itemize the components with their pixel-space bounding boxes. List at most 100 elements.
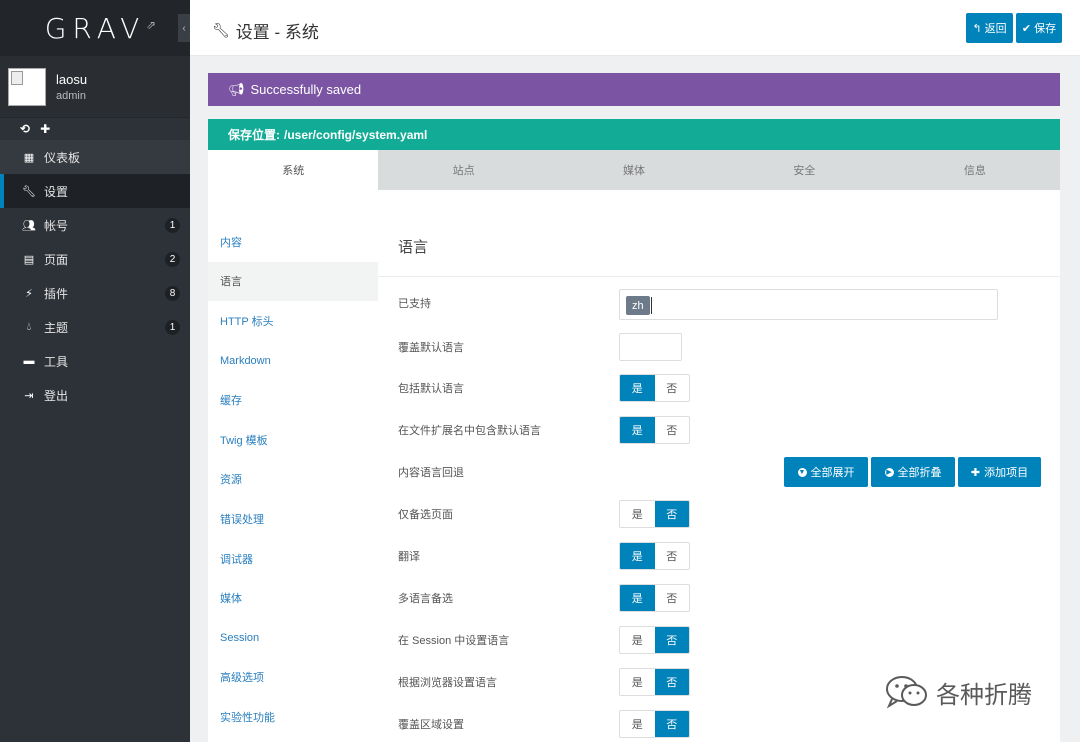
toggle-no[interactable]: 否 (655, 375, 690, 401)
toggle-no[interactable]: 否 (654, 711, 689, 737)
sidebar-item-label: 设置 (44, 184, 69, 199)
toggle-yes[interactable]: 是 (620, 711, 655, 737)
save-button-label: 保存 (1034, 23, 1057, 35)
translations-toggle[interactable]: 是 否 (619, 542, 690, 570)
user-box[interactable]: laosu admin (0, 56, 190, 118)
ext-default-toggle[interactable]: 是 否 (619, 416, 690, 444)
sidebar-item-label: 帐号 (44, 218, 69, 233)
section-nav-http-headers[interactable]: HTTP 标头 (208, 301, 378, 341)
toggle-yes[interactable]: 是 (620, 669, 655, 695)
session-store-toggle[interactable]: 是 否 (619, 626, 690, 654)
section-nav-media[interactable]: 媒体 (208, 578, 378, 618)
chevron-circle-down-icon: ▼ (797, 467, 807, 477)
translations-only-toggle[interactable]: 是 否 (619, 500, 690, 528)
sidebar-item-logout[interactable]: ⇥ 登出 (0, 378, 190, 412)
section-nav-cache[interactable]: 缓存 (208, 380, 378, 420)
watermark: 各种折腾 (884, 674, 1032, 710)
tab-system[interactable]: 系统 (208, 150, 379, 190)
sign-out-icon: ⇥ (24, 389, 34, 402)
sidebar-item-label: 页面 (44, 252, 69, 267)
user-name: laosu (56, 71, 88, 87)
wrench-icon: 🔧︎ (22, 185, 36, 198)
bullhorn-icon: 📢︎ (228, 81, 245, 97)
override-locale-toggle[interactable]: 是 否 (619, 710, 690, 738)
sidebar-item-themes[interactable]: 💧︎ 主题 1 (0, 310, 190, 344)
include-default-label: 包括默认语言 (398, 383, 464, 395)
count-badge: 2 (165, 252, 180, 267)
tint-icon: 💧︎ (26, 320, 32, 333)
grav-logo[interactable]: GRAV (45, 12, 146, 45)
section-nav-session[interactable]: Session (208, 618, 378, 658)
toggle-no[interactable]: 否 (655, 543, 690, 569)
toggle-yes[interactable]: 是 (620, 585, 655, 611)
plus-icon[interactable]: ✚ (40, 122, 50, 136)
back-button-label: 返回 (984, 23, 1007, 35)
section-nav-debugger[interactable]: 调试器 (208, 539, 378, 579)
save-location-bar: 保存位置: /user/config/system.yaml (208, 119, 1060, 150)
section-nav-errors[interactable]: 错误处理 (208, 499, 378, 539)
collapse-all-button[interactable]: ▶ 全部折叠 (871, 457, 955, 487)
language-tag[interactable]: zh (626, 296, 650, 315)
toggle-yes[interactable]: 是 (620, 417, 655, 443)
save-location-path: /user/config/system.yaml (284, 127, 428, 142)
page-title: 🔧︎ 设置 - 系统 (212, 18, 319, 43)
text-caret (651, 297, 652, 314)
toggle-no[interactable]: 否 (654, 669, 689, 695)
tab-info[interactable]: 信息 (890, 150, 1060, 190)
sidebar-item-label: 登出 (44, 388, 69, 403)
chevron-circle-right-icon: ▶ (884, 467, 894, 477)
sidebar-item-dashboard[interactable]: ▦ 仪表板 (0, 140, 190, 174)
save-button[interactable]: ✔ 保存 (1016, 13, 1062, 43)
include-default-toggle[interactable]: 是 否 (619, 374, 690, 402)
count-badge: 1 (165, 218, 180, 233)
tab-site[interactable]: 站点 (378, 150, 548, 190)
section-nav-twig[interactable]: Twig 模板 (208, 420, 378, 460)
section-nav-advanced[interactable]: 高级选项 (208, 658, 378, 698)
back-button[interactable]: ↰ 返回 (966, 13, 1013, 43)
external-link-icon[interactable]: ⇗ (146, 18, 156, 32)
toggle-no[interactable]: 否 (654, 627, 689, 653)
sidebar-item-label: 主题 (44, 320, 69, 335)
tab-media[interactable]: 媒体 (549, 150, 719, 190)
settings-content: 内容 语言 HTTP 标头 Markdown 缓存 Twig 模板 资源 错误处… (208, 190, 1060, 742)
section-nav-languages[interactable]: 语言 (208, 261, 378, 302)
expand-all-label: 全部展开 (810, 467, 855, 479)
override-locale-label: 覆盖区域设置 (398, 719, 464, 731)
check-icon: ✔ (1021, 22, 1032, 35)
toggle-no[interactable]: 否 (655, 585, 690, 611)
toggle-no[interactable]: 否 (655, 417, 690, 443)
count-badge: 1 (165, 320, 180, 335)
http-accept-label: 根据浏览器设置语言 (398, 677, 497, 689)
add-item-button[interactable]: ✚ 添加项目 (958, 457, 1041, 487)
divider (378, 276, 1060, 277)
sidebar-item-plugins[interactable]: ⚡︎ 插件 8 (0, 276, 190, 310)
http-accept-toggle[interactable]: 是 否 (619, 668, 690, 696)
translations-fallback-toggle[interactable]: 是 否 (619, 584, 690, 612)
toggle-no[interactable]: 否 (654, 501, 689, 527)
toggle-yes[interactable]: 是 (620, 501, 655, 527)
toggle-yes[interactable]: 是 (620, 627, 655, 653)
section-nav-content[interactable]: 内容 (208, 222, 378, 262)
toggle-yes[interactable]: 是 (620, 375, 655, 401)
toggle-yes[interactable]: 是 (620, 543, 655, 569)
avatar (8, 67, 46, 106)
sidebar-item-accounts[interactable]: 👥︎ 帐号 1 (0, 208, 190, 242)
supported-languages-input[interactable]: zh (619, 289, 998, 320)
sidebar-item-tools[interactable]: ▬ 工具 (0, 344, 190, 378)
sidebar-collapse-button[interactable]: ‹ (178, 14, 190, 42)
refresh-icon[interactable]: ⟲ (20, 122, 30, 136)
section-nav-assets[interactable]: 资源 (208, 460, 378, 500)
tab-security[interactable]: 安全 (719, 150, 889, 190)
section-nav-markdown[interactable]: Markdown (208, 341, 378, 381)
wechat-icon (886, 676, 927, 709)
translations-fallback-label: 多语言备选 (398, 593, 453, 605)
add-item-label: 添加项目 (984, 467, 1029, 479)
expand-all-button[interactable]: ▼ 全部展开 (784, 457, 868, 487)
section-nav-experimental[interactable]: 实验性功能 (208, 697, 378, 737)
sidebar-item-pages[interactable]: ▤ 页面 2 (0, 242, 190, 276)
override-default-input[interactable] (619, 333, 682, 361)
sidebar-item-settings[interactable]: 🔧︎ 设置 (0, 174, 190, 208)
save-location-label: 保存位置: (228, 128, 280, 142)
ext-default-label: 在文件扩展名中包含默认语言 (398, 425, 541, 437)
reply-icon: ↰ (972, 22, 982, 35)
